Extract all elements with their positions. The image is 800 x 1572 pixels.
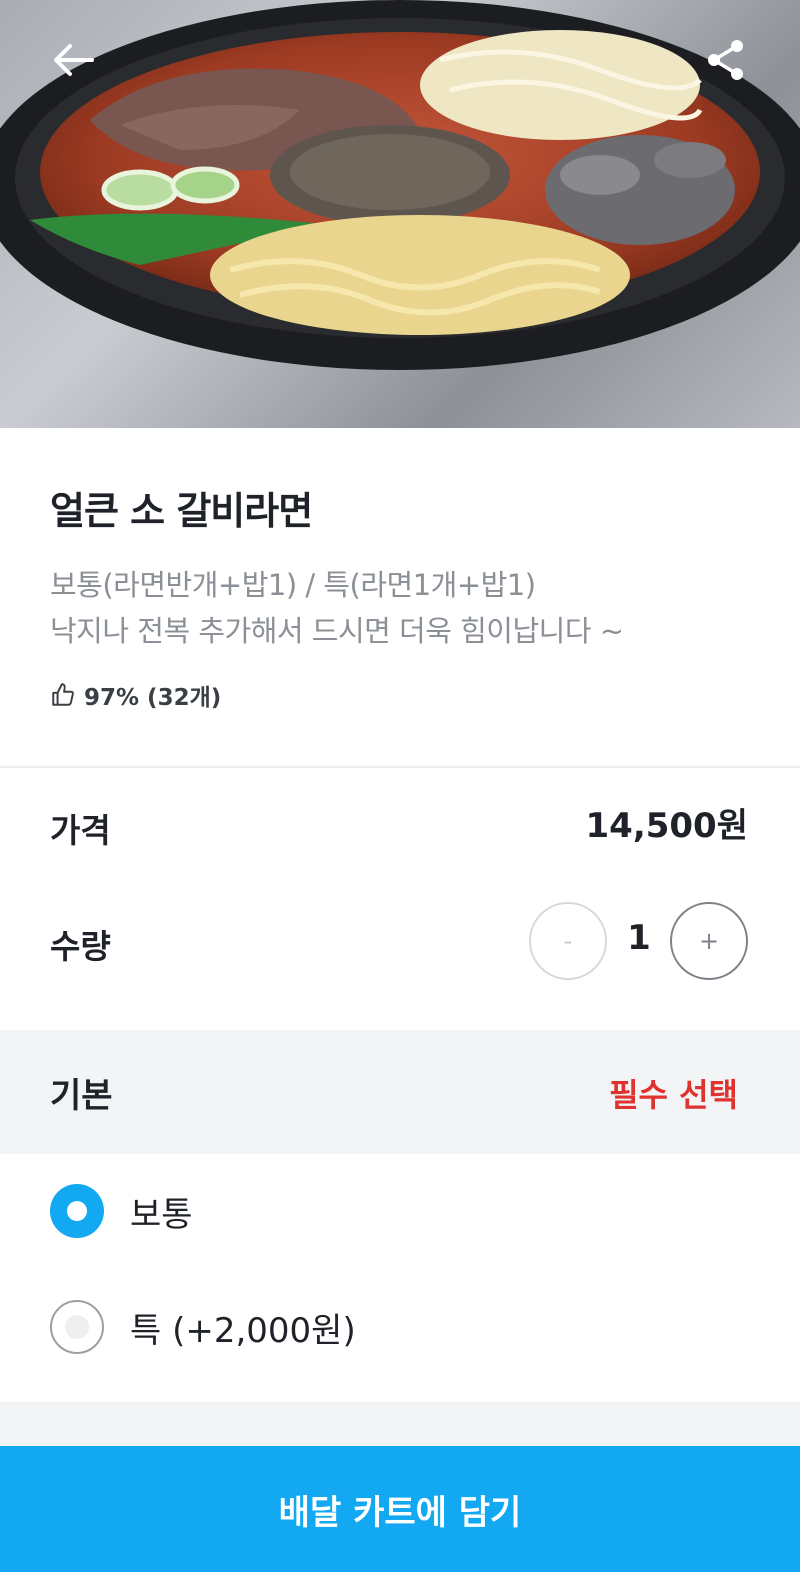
menu-title: 얼큰 소 갈비라면 — [50, 489, 313, 533]
required-badge: 필수 선택 — [609, 1076, 738, 1114]
radio-button-selected[interactable] — [50, 1184, 104, 1238]
arrow-left-icon — [54, 44, 94, 76]
option-label: 특 (+2,000원) — [130, 1310, 356, 1351]
menu-photo — [0, 0, 800, 428]
option-group-header: 기본 필수 선택 — [0, 1030, 800, 1154]
price-value: 14,500원 — [585, 806, 748, 846]
menu-description: 보통(라면반개+밥1) / 특(라면1개+밥1) 낙지나 전복 추가해서 드시면… — [50, 562, 624, 654]
option-regular[interactable]: 보통 — [50, 1184, 193, 1238]
option-special[interactable]: 특 (+2,000원) — [50, 1300, 356, 1354]
quantity-increase-button[interactable]: + — [670, 902, 748, 980]
quantity-label: 수량 — [50, 927, 111, 966]
minus-icon: - — [563, 927, 573, 955]
back-button[interactable] — [48, 34, 100, 86]
quantity-decrease-button[interactable]: - — [529, 902, 607, 980]
price-label: 가격 — [50, 811, 111, 850]
menu-rating: 97% (32개) — [50, 678, 221, 712]
option-label: 보통 — [130, 1194, 193, 1235]
plus-icon: + — [698, 927, 720, 955]
add-to-cart-button[interactable]: 배달 카트에 담기 — [0, 1446, 800, 1572]
section-divider — [0, 766, 800, 768]
quantity-value: 1 — [627, 918, 651, 958]
bottom-spacer — [0, 1402, 800, 1446]
option-group-title: 기본 — [50, 1076, 113, 1116]
menu-description-line1: 보통(라면반개+밥1) / 특(라면1개+밥1) — [50, 568, 536, 602]
rating-text: 97% (32개) — [84, 685, 222, 711]
add-to-cart-label: 배달 카트에 담기 — [278, 1492, 522, 1533]
share-button[interactable] — [700, 34, 752, 86]
radio-button-unselected[interactable] — [50, 1300, 104, 1354]
share-icon — [708, 40, 743, 80]
ramen-bowl-image — [0, 0, 800, 370]
menu-description-line2: 낙지나 전복 추가해서 드시면 더욱 힘이납니다 ~ — [50, 614, 624, 648]
thumbs-up-icon — [52, 683, 74, 706]
